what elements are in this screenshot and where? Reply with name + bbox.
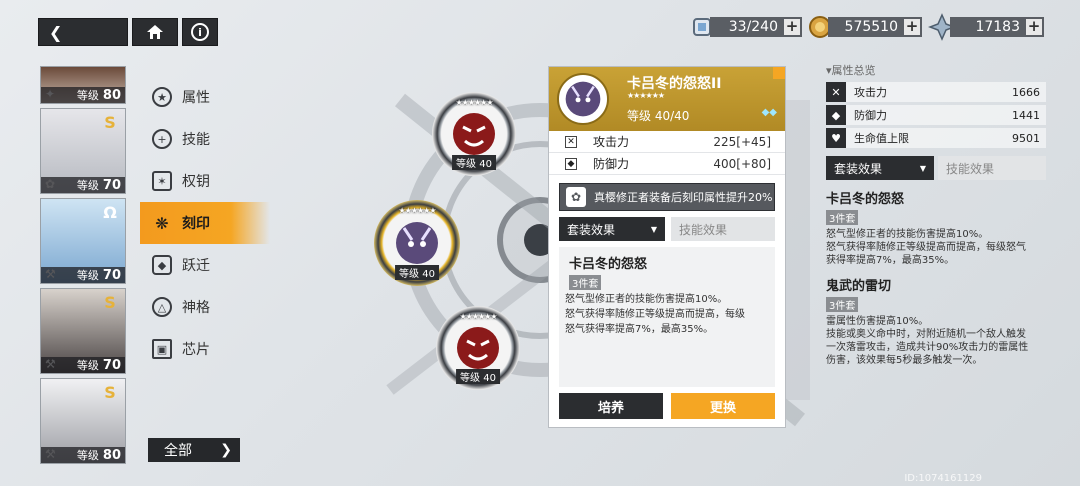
crystal-add-button[interactable]: + xyxy=(1026,19,1042,35)
seal-icon: ❋ xyxy=(155,213,169,233)
set-effect-entry: 卡吕冬的怨怒 3件套 怒气型修正者的技能伤害提高10%。 怒气获得率随修正等级提… xyxy=(826,192,1026,266)
corner-mark xyxy=(773,67,785,79)
nav-item-transition[interactable]: ◆ 跃迁 xyxy=(140,244,270,286)
nav-item-seal[interactable]: ❋ 刻印 xyxy=(140,202,270,244)
character-card[interactable]: Ω ⚒ 等级70 xyxy=(40,198,126,284)
defense-icon: ◆ xyxy=(565,157,577,170)
demon-mask-icon xyxy=(396,222,438,264)
seal-name: 卡吕冬的怨怒II xyxy=(627,76,722,92)
back-button[interactable]: ❮ xyxy=(38,18,128,46)
replace-button[interactable]: 更换 xyxy=(671,393,775,419)
oni-mask-icon xyxy=(453,113,495,155)
gem-icon: ◆◆ xyxy=(761,107,777,118)
coin-add-button[interactable]: + xyxy=(904,19,920,35)
nav-item-key[interactable]: ✶ 权钥 xyxy=(140,160,270,202)
character-list: ✦ 等级80 S ✿ 等级70 Ω ⚒ 等级70 S ⚒ 等级70 S ⚒ 等级… xyxy=(40,66,126,466)
side-nav: ★ 属性 + 技能 ✶ 权钥 ❋ 刻印 ◆ 跃迁 △ 神格 ▣ 芯片 xyxy=(140,76,270,370)
stat-defense: ◆ 防御力 400[+80] xyxy=(549,153,785,175)
user-id: ID:1074161129 xyxy=(904,473,982,484)
sakura-icon: ✿ xyxy=(566,187,586,207)
omega-badge-icon: Ω xyxy=(103,203,117,222)
back-arrow-icon: ❮ xyxy=(49,22,63,42)
star-icon: ★ xyxy=(152,87,172,107)
panel-tabs: 套装效果 ▼ 技能效果 xyxy=(826,156,1046,180)
character-card[interactable]: ✦ 等级80 xyxy=(40,66,126,104)
tab-skill-effect[interactable]: 技能效果 xyxy=(671,217,775,241)
attack-icon: ✕ xyxy=(565,135,577,148)
plus-circle-icon: + xyxy=(152,129,172,149)
key-icon: ✶ xyxy=(152,171,172,191)
set-count-tag: 3件套 xyxy=(569,275,602,290)
character-card[interactable]: S ⚒ 等级80 xyxy=(40,378,126,464)
shield-icon: ◆ xyxy=(152,255,172,275)
total-hp: ♥ 生命值上限 9501 xyxy=(826,128,1046,148)
attribute-overview-panel: ▾属性总览 ✕ 攻击力 1666 ◆ 防御力 1441 ♥ 生命值上限 9501… xyxy=(826,62,1046,367)
panel-title[interactable]: ▾属性总览 xyxy=(826,62,1046,78)
panel-tab-set-effect[interactable]: 套装效果 ▼ xyxy=(826,156,934,180)
all-filter-button[interactable]: 全部 ❯ xyxy=(148,438,240,462)
crystal-counter: 17183 + xyxy=(950,17,1044,37)
nav-item-divinity[interactable]: △ 神格 xyxy=(140,286,270,328)
info-button[interactable]: i xyxy=(182,18,218,46)
stamina-counter: 33/240 + xyxy=(710,17,802,37)
set-effect-box: 卡吕冬的怨怒 3件套 怒气型修正者的技能伤害提高10%。 怒气获得率随修正等级提… xyxy=(559,247,775,387)
total-attack: ✕ 攻击力 1666 xyxy=(826,82,1046,102)
divinity-icon: △ xyxy=(152,297,172,317)
character-card[interactable]: S ✿ 等级70 xyxy=(40,108,126,194)
set-effect-entry: 鬼武的雷切 3件套 雷属性伤害提高10%。 技能或奥义命中时，对附近随机一个敌人… xyxy=(826,279,1029,366)
seal-slot-middle[interactable]: ★★★★★★ 等级 40 xyxy=(374,200,460,286)
tab-set-effect[interactable]: 套装效果 ▼ xyxy=(559,217,665,241)
class-s-badge-icon: S xyxy=(104,383,116,402)
demon-mask-icon xyxy=(565,81,601,117)
card-actions: 培养 更换 xyxy=(559,393,775,419)
rarity-stars: ★★★★★★ xyxy=(459,312,497,321)
heart-icon: ♥ xyxy=(826,128,846,148)
info-icon: i xyxy=(191,23,209,41)
defense-icon: ◆ xyxy=(826,105,846,125)
rarity-stars: ★★★★★★ xyxy=(627,91,665,100)
nav-item-chip[interactable]: ▣ 芯片 xyxy=(140,328,270,370)
home-icon xyxy=(147,25,163,39)
card-tabs: 套装效果 ▼ 技能效果 xyxy=(549,217,785,241)
class-bonus-banner: ✿ 真樱修正者装备后刻印属性提升20% xyxy=(559,183,775,211)
total-defense: ◆ 防御力 1441 xyxy=(826,105,1046,125)
train-button[interactable]: 培养 xyxy=(559,393,663,419)
rarity-stars: ★★★★★★ xyxy=(398,206,436,215)
chevron-right-icon: ❯ xyxy=(220,442,232,458)
seal-slot-bottom[interactable]: ★★★★★★ 等级 40 xyxy=(436,306,520,390)
attack-icon: ✕ xyxy=(826,82,846,102)
set-count-tag: 3件套 xyxy=(826,297,859,312)
oni-mask-icon xyxy=(457,327,499,369)
seal-detail-card: 卡吕冬的怨怒II ★★★★★★ 等级 40/40 ◆◆ ✕ 攻击力 225[+4… xyxy=(548,66,786,428)
set-count-tag: 3件套 xyxy=(826,210,859,225)
home-button[interactable] xyxy=(132,18,178,46)
character-card[interactable]: S ⚒ 等级70 xyxy=(40,288,126,374)
chip-icon: ▣ xyxy=(152,339,172,359)
dropdown-arrow-icon: ▼ xyxy=(650,224,657,234)
stat-attack: ✕ 攻击力 225[+45] xyxy=(549,131,785,153)
seal-portrait xyxy=(557,73,609,125)
class-s-badge-icon: S xyxy=(104,293,116,312)
seal-level: 等级 40/40 xyxy=(627,109,690,123)
seal-slot-top[interactable]: ★★★★★★ 等级 40 xyxy=(432,92,516,176)
nav-item-skills[interactable]: + 技能 xyxy=(140,118,270,160)
rarity-stars: ★★★★★★ xyxy=(455,98,493,107)
panel-tab-skill-effect[interactable]: 技能效果 xyxy=(938,156,1046,180)
nav-item-attributes[interactable]: ★ 属性 xyxy=(140,76,270,118)
coin-counter: 575510 + xyxy=(828,17,922,37)
card-header: 卡吕冬的怨怒II ★★★★★★ 等级 40/40 ◆◆ xyxy=(549,67,785,131)
dropdown-arrow-icon: ▼ xyxy=(919,163,926,173)
class-s-badge-icon: S xyxy=(104,113,116,132)
stamina-add-button[interactable]: + xyxy=(784,19,800,35)
